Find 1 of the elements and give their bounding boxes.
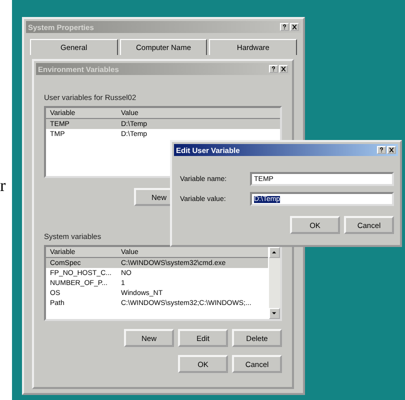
- margin-text: r: [0, 176, 6, 196]
